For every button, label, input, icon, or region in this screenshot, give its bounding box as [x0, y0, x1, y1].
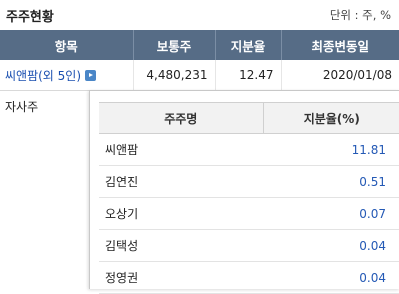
col-header-name: 주주명 — [99, 102, 263, 134]
table-row: 씨앤팜(외 5인) 4,480,231 12.47 2020/01/08 — [0, 60, 399, 91]
holder-name: 김택성 — [99, 229, 263, 262]
shareholder-detail-popup: 주주명 지분율(%) 씨앤팜 11.81 김연진 0.51 오상기 0.07 김… — [89, 90, 399, 294]
section-header: 주주현황 단위 : 주, % — [0, 0, 399, 28]
expand-arrow-icon[interactable] — [85, 69, 97, 81]
holder-name: 오상기 — [99, 197, 263, 230]
detail-header-row: 주주명 지분율(%) — [99, 102, 399, 134]
holder-cell: 씨앤팜(외 5인) — [0, 60, 133, 91]
holder-name: 씨앤팜 — [99, 133, 263, 166]
holder-name: 정영권 — [99, 261, 263, 294]
holder-pct: 0.51 — [263, 165, 399, 198]
detail-row: 씨앤팜 11.81 — [99, 133, 399, 166]
detail-row: 오상기 0.07 — [99, 197, 399, 230]
detail-row: 김택성 0.04 — [99, 229, 399, 262]
date-cell: 2020/01/08 — [280, 60, 399, 91]
holder-pct: 0.07 — [263, 197, 399, 230]
unit-label: 단위 : 주, % — [329, 8, 391, 22]
detail-row: 정영권 0.04 — [99, 261, 399, 294]
table-header-row: 항목 보통주 지분율 최종변동일 — [0, 30, 399, 60]
holder-link[interactable]: 씨앤팜(외 5인) — [5, 69, 81, 83]
holder-pct: 0.04 — [263, 229, 399, 262]
shares-cell: 4,480,231 — [132, 60, 215, 91]
detail-row: 김연진 0.51 — [99, 165, 399, 198]
col-header-pct: 지분율(%) — [262, 102, 399, 134]
holder-pct: 0.04 — [263, 261, 399, 294]
col-header-date: 최종변동일 — [280, 30, 399, 60]
detail-table: 주주명 지분율(%) 씨앤팜 11.81 김연진 0.51 오상기 0.07 김… — [99, 102, 399, 294]
section-title: 주주현황 — [6, 10, 54, 25]
col-header-ratio: 지분율 — [214, 30, 281, 60]
col-header-shares: 보통주 — [132, 30, 215, 60]
holder-pct: 11.81 — [263, 133, 399, 166]
holder-name: 김연진 — [99, 165, 263, 198]
col-header-item: 항목 — [0, 30, 133, 60]
ratio-cell: 12.47 — [214, 60, 281, 91]
